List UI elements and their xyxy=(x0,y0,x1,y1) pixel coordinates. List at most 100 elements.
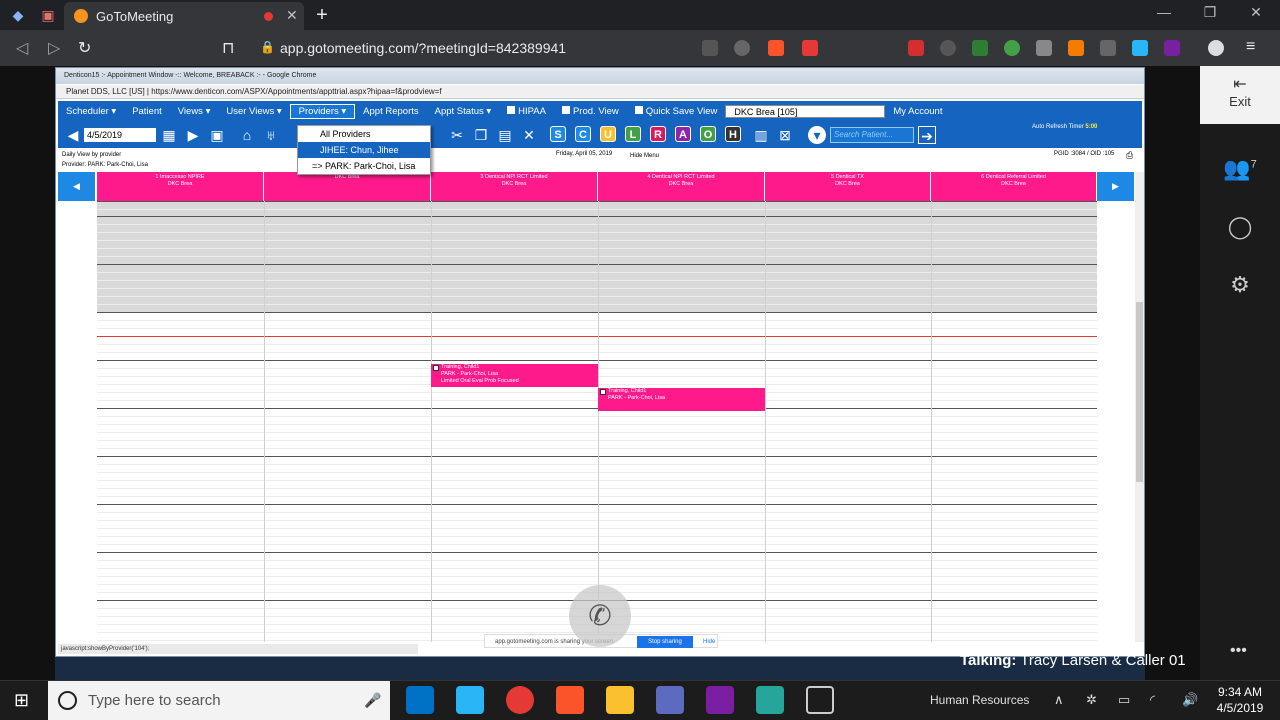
prod-view-checkbox[interactable] xyxy=(561,106,570,114)
extension-icon[interactable] xyxy=(1036,40,1052,56)
maximize-button[interactable]: ❐ xyxy=(1190,4,1230,21)
menu-appt-reports[interactable]: Appt Reports xyxy=(355,106,426,117)
exit-button[interactable]: ⇤ Exit xyxy=(1200,66,1280,124)
forward-icon[interactable]: ▷ xyxy=(48,38,60,58)
hour-slot[interactable] xyxy=(97,456,1097,504)
quick-save-checkbox[interactable] xyxy=(634,106,643,114)
status-r-button[interactable]: R xyxy=(650,126,666,142)
tooth-icon[interactable]: ♅ xyxy=(262,126,280,144)
quick-save-toggle[interactable]: Quick Save View xyxy=(627,106,726,117)
block-icon[interactable] xyxy=(734,40,750,56)
prod-view-toggle[interactable]: Prod. View xyxy=(554,106,627,117)
delete-icon[interactable]: ✕ xyxy=(520,126,538,144)
status-c-button[interactable]: C xyxy=(575,126,591,142)
closed-slot[interactable] xyxy=(97,201,1097,216)
avatar[interactable] xyxy=(1208,40,1224,56)
provider-column-header[interactable]: 4 Dentical NPI RCT Limited DKC Brea xyxy=(598,172,765,201)
close-tab-icon[interactable]: ✕ xyxy=(286,7,298,24)
home-icon[interactable]: ⌂ xyxy=(238,126,256,144)
menu-views[interactable]: Views ▾ xyxy=(170,106,219,117)
hipaa-checkbox[interactable] xyxy=(507,106,516,114)
vertical-scrollbar[interactable] xyxy=(1135,172,1144,642)
minimize-button[interactable]: — xyxy=(1144,4,1184,20)
tab-gotomeeting[interactable]: GoToMeeting ✕ xyxy=(64,2,304,30)
settings-icon[interactable]: ⚙ xyxy=(1222,272,1258,298)
dropdown-item-park[interactable]: => PARK: Park-Choi, Lisa xyxy=(298,158,430,174)
hide-menu-label[interactable]: Hide Menu xyxy=(630,153,659,159)
closed-slot[interactable] xyxy=(97,216,1097,264)
provider-column-header[interactable]: 5 Dentical TX DKC Brea xyxy=(765,172,931,201)
today-icon[interactable]: ▣ xyxy=(208,126,226,144)
paste-icon[interactable]: ▤ xyxy=(496,126,514,144)
hide-button[interactable]: Hide xyxy=(703,635,715,649)
calendar-icon[interactable]: ▦ xyxy=(160,126,178,144)
menu-user-views[interactable]: User Views ▾ xyxy=(218,106,289,117)
app-icon[interactable] xyxy=(456,686,484,714)
microphone-icon[interactable]: 🎤 xyxy=(364,681,381,720)
scroll-thumb[interactable] xyxy=(1136,302,1143,482)
menu-icon[interactable]: ≡ xyxy=(1246,38,1255,56)
menu-appt-status[interactable]: Appt Status ▾ xyxy=(427,106,500,117)
phone-icon[interactable]: ✆ xyxy=(569,585,631,647)
extension-icon[interactable] xyxy=(1068,40,1084,56)
onenote-icon[interactable] xyxy=(1164,40,1180,56)
status-h-button[interactable]: H xyxy=(725,126,741,142)
evernote-icon[interactable] xyxy=(972,40,988,56)
whiteboard-icon[interactable] xyxy=(806,686,834,714)
closed-slot[interactable] xyxy=(97,264,1097,312)
app-icon[interactable] xyxy=(756,686,784,714)
back-icon[interactable]: ◁ xyxy=(16,38,28,58)
pinned-tab-icon[interactable]: ▣ xyxy=(34,4,62,26)
clear-schedule-icon[interactable]: ⊠ xyxy=(776,126,794,144)
provider-column-header[interactable]: 6 Dentical Referral Limited DKC Brea xyxy=(931,172,1097,201)
status-s-button[interactable]: S xyxy=(550,126,566,142)
taskbar-toolbar-label[interactable]: Human Resources xyxy=(930,693,1029,707)
onenote-taskbar-icon[interactable] xyxy=(706,686,734,714)
hour-slot[interactable] xyxy=(97,408,1097,456)
extension-icon[interactable] xyxy=(1100,40,1116,56)
new-tab-button[interactable]: + xyxy=(312,4,332,27)
extension-icon[interactable] xyxy=(1132,40,1148,56)
patient-search-input[interactable]: Search Patient... xyxy=(830,127,914,143)
wifi-icon[interactable]: ◜ xyxy=(1150,692,1155,708)
menu-scheduler[interactable]: Scheduler ▾ xyxy=(58,106,124,117)
rewards-icon[interactable] xyxy=(802,40,818,56)
status-l-button[interactable]: L xyxy=(625,126,641,142)
camera-icon[interactable] xyxy=(702,40,718,56)
schedule-icon[interactable]: ▥ xyxy=(752,126,770,144)
more-icon[interactable]: ••• xyxy=(1230,642,1247,660)
next-day-icon[interactable]: ▶ xyxy=(184,126,202,144)
scissors-icon[interactable]: ✂ xyxy=(448,126,466,144)
appointment-block[interactable]: Training, Child1 PARK - Park-Choi, Lisa … xyxy=(431,364,598,387)
provider-column-header[interactable]: 1 Imaccesso NPIRE DKC Brea xyxy=(97,172,264,201)
provider-column-header[interactable]: DKC Brea xyxy=(264,172,431,201)
tray-app-icon[interactable]: ✲ xyxy=(1086,692,1097,708)
battery-icon[interactable]: ▭ xyxy=(1118,692,1130,708)
status-u-button[interactable]: U xyxy=(600,126,616,142)
attendees-icon[interactable]: 👥7 xyxy=(1222,156,1258,182)
extension-icon[interactable] xyxy=(908,40,924,56)
chat-icon[interactable]: ◯ xyxy=(1222,214,1258,240)
teams-icon[interactable] xyxy=(656,686,684,714)
extension-icon[interactable] xyxy=(940,40,956,56)
provider-column-header[interactable]: 3 Dentical NPI RCT Limited DKC Brea xyxy=(431,172,598,201)
location-select[interactable]: DKC Brea [105] xyxy=(725,105,886,118)
pinned-tab-icon[interactable]: ◆ xyxy=(4,4,32,26)
tray-expand-icon[interactable]: ∧ xyxy=(1054,692,1064,708)
search-go-icon[interactable]: ➔ xyxy=(918,126,936,144)
menu-patient[interactable]: Patient xyxy=(124,106,170,117)
brave-icon[interactable] xyxy=(768,40,784,56)
print-icon[interactable]: ⎙ xyxy=(1126,150,1133,161)
asana-icon[interactable] xyxy=(506,686,534,714)
url-field[interactable]: 🔒 app.gotomeeting.com/?meetingId=8423899… xyxy=(254,35,894,61)
file-explorer-icon[interactable] xyxy=(606,686,634,714)
date-field[interactable]: 4/5/2019 xyxy=(84,128,156,142)
dropdown-item-all-providers[interactable]: All Providers xyxy=(298,126,430,142)
extension-icon[interactable] xyxy=(1004,40,1020,56)
copy-icon[interactable]: ❐ xyxy=(472,126,490,144)
volume-icon[interactable]: 🔊 xyxy=(1182,692,1198,708)
taskbar-search[interactable]: Type here to search 🎤 xyxy=(48,681,390,720)
hour-slot[interactable] xyxy=(97,504,1097,552)
dropdown-item-jihee[interactable]: JIHEE: Chun, Jihee xyxy=(298,142,430,158)
reload-icon[interactable]: ↻ xyxy=(78,38,91,58)
